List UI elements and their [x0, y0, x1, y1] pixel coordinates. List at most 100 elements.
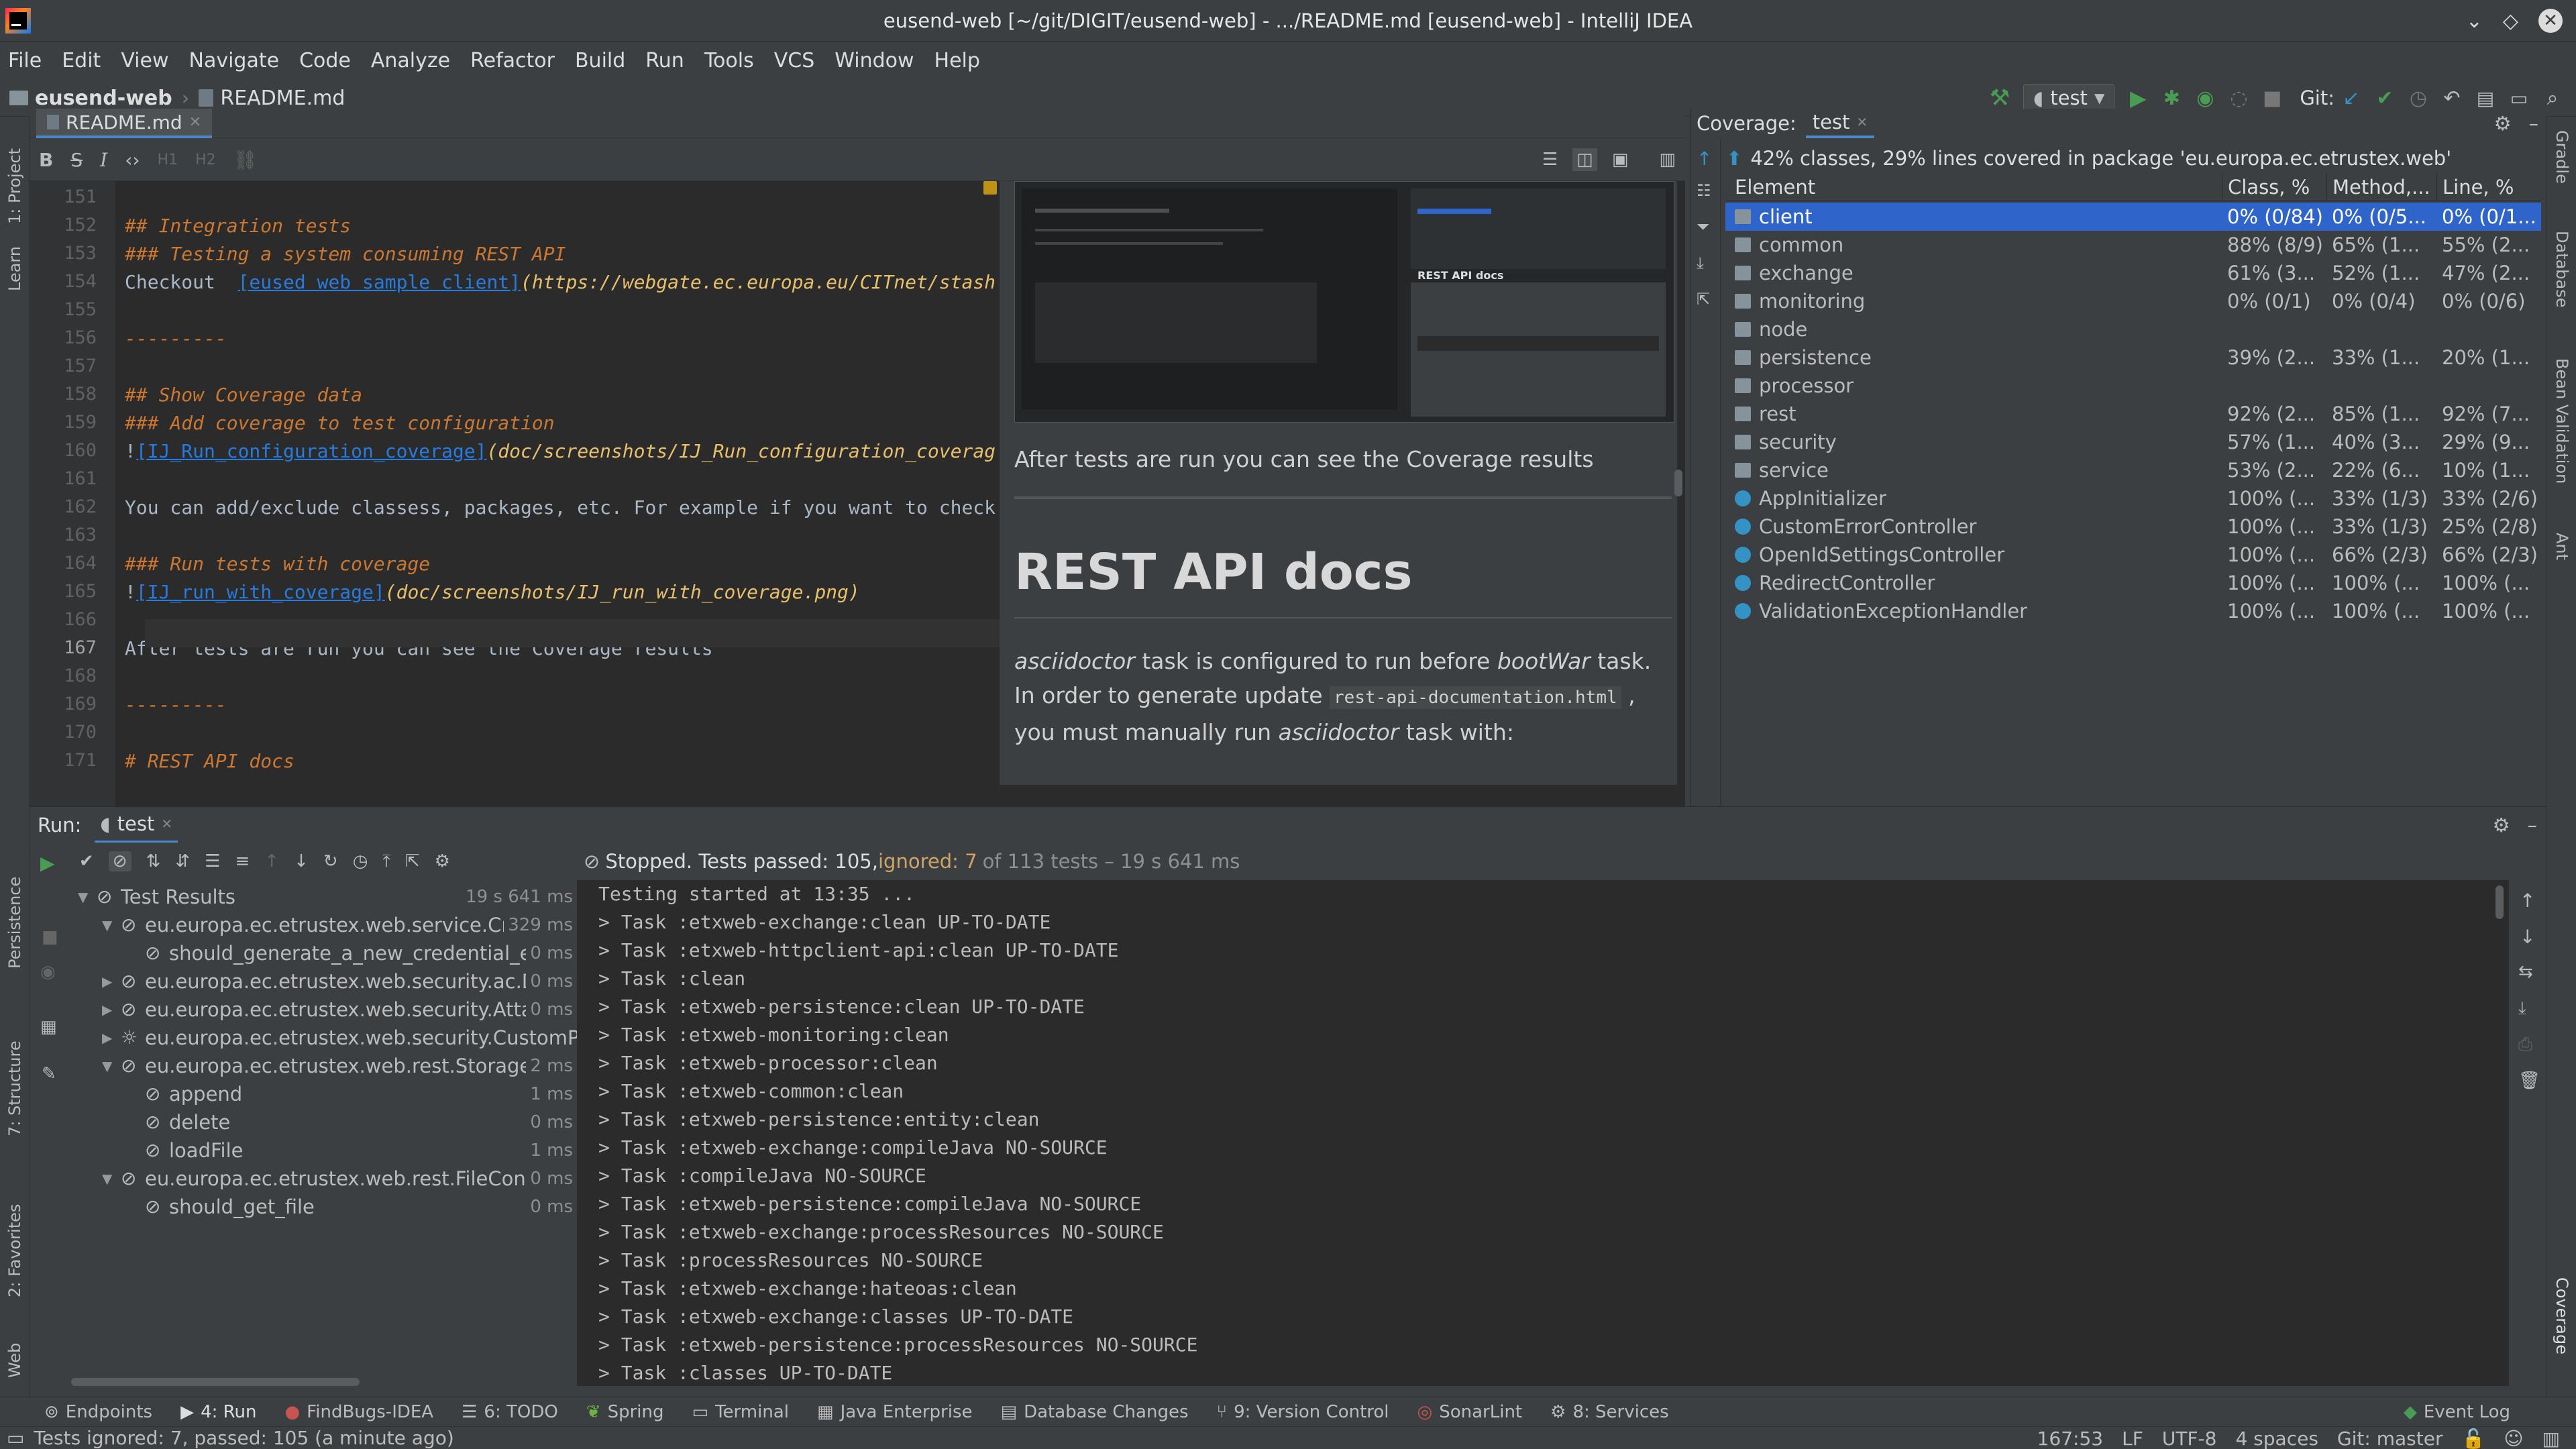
test-tree-item[interactable]: ⊘ loadFile 1 ms [71, 1136, 577, 1165]
console-output[interactable]: Testing started at 13:35 ... > Task :etxw… [578, 880, 2510, 1386]
pin-tab-icon[interactable]: ✎ [42, 1064, 56, 1084]
run-icon[interactable]: ▶ [2125, 85, 2151, 111]
flatten-packages-icon[interactable]: ☷ [1697, 181, 1711, 200]
tool-persistence[interactable]: Persistence [5, 877, 24, 969]
git-commit-icon[interactable]: ✔ [2371, 85, 2398, 111]
menu-vcs[interactable]: VCS [774, 49, 815, 72]
tool-learn[interactable]: Learn [5, 246, 24, 291]
tool-favorites[interactable]: 2: Favorites [5, 1204, 24, 1297]
test-tree-item[interactable]: ▶ ⊘ eu.europa.ec.etrustex.web.security.ac.… [71, 967, 577, 996]
coverage-row[interactable]: RedirectController 100% (... 100% (... 100%… [1725, 569, 2541, 597]
coverage-row[interactable]: client 0% (0/84) 0% (0/5... 0% (0/1... [1725, 203, 2541, 231]
memory-icon[interactable]: ▥ [2542, 1428, 2560, 1449]
settings-gear-icon[interactable]: ⚙ [2494, 112, 2512, 135]
tool-database[interactable]: Database [2553, 231, 2571, 308]
coverage-row[interactable]: node [1725, 315, 2541, 343]
col-line[interactable]: Line, % [2436, 173, 2541, 201]
tool-web[interactable]: Web [5, 1343, 24, 1378]
go-up-icon[interactable]: ↑ [1697, 148, 1712, 170]
split-view-icon[interactable]: ◫ [1572, 148, 1597, 171]
coverage-row[interactable]: OpenIdSettingsController 100% (... 66% (2/… [1725, 541, 2541, 569]
chevron-right-icon[interactable]: ▶ [102, 996, 112, 1024]
menu-code[interactable]: Code [299, 49, 351, 72]
chevron-down-icon[interactable]: ▼ [102, 911, 112, 939]
coverage-row[interactable]: ValidationExceptionHandler 100% (... 100% … [1725, 597, 2541, 625]
coverage-row[interactable]: CustomErrorController 100% (... 33% (1/3) 2… [1725, 513, 2541, 541]
scroll-up-icon[interactable]: ↑ [2520, 890, 2535, 912]
test-tree-item[interactable]: ⊘ should_get_file 0 ms [71, 1193, 577, 1221]
soft-wrap-icon[interactable]: ⇆ [2518, 962, 2533, 982]
export-tests-icon[interactable]: ⇱ [405, 851, 420, 871]
italic-icon[interactable]: I [100, 149, 107, 171]
tree-hscrollbar[interactable] [71, 1378, 360, 1386]
menu-navigate[interactable]: Navigate [189, 49, 280, 72]
menu-file[interactable]: File [8, 49, 42, 72]
expand-all-icon[interactable]: ☰ [205, 851, 220, 871]
test-tree-item[interactable]: ⊘ should_generate_a_new_credential_e 0 ms [71, 939, 577, 967]
settings-gear-icon[interactable]: ⚙ [2493, 814, 2510, 837]
next-failed-icon[interactable]: ↓ [294, 851, 309, 871]
run-config-select[interactable]: ◖ test ▼ [2023, 84, 2115, 112]
build-hammer-icon[interactable]: ⚒ [1986, 85, 2013, 111]
generate-report-icon[interactable]: ⤓ [1697, 254, 1704, 272]
status-message[interactable]: Tests ignored: 7, passed: 105 (a minute … [34, 1427, 453, 1449]
code-editor[interactable]: ## Integration tests ### Testing a system… [30, 181, 1000, 785]
tool-gradle[interactable]: Gradle [2553, 130, 2571, 184]
chevron-right-icon[interactable]: ▶ [102, 1024, 112, 1052]
git-history-icon[interactable]: ◷ [2405, 85, 2432, 111]
prev-failed-icon[interactable]: ↑ [264, 851, 279, 871]
tab-run[interactable]: ▶ 4: Run [180, 1402, 256, 1422]
show-ignored-icon[interactable]: ⊘ [108, 851, 131, 871]
print-icon[interactable]: ⎙ [2518, 1034, 2532, 1055]
coverage-row[interactable]: AppInitializer 100% (... 33% (1/3) 33% (2/6… [1725, 484, 2541, 513]
stop-icon[interactable]: ■ [2259, 85, 2286, 111]
line-separator[interactable]: LF [2122, 1428, 2143, 1449]
tab-java-enterprise[interactable]: ▦ Java Enterprise [817, 1402, 973, 1422]
tab-terminal[interactable]: ▭ Terminal [692, 1402, 789, 1422]
test-tree-item[interactable]: ⊘ append 1 ms [71, 1080, 577, 1108]
scroll-down-icon[interactable]: ↓ [2520, 926, 2535, 948]
search-everywhere-icon[interactable]: ⌕ [2539, 85, 2566, 111]
tool-project[interactable]: 1: Project [5, 148, 24, 224]
test-tree-item[interactable]: ▶ ☼ eu.europa.ec.etrustex.web.security.Cus… [71, 1024, 579, 1052]
coverage-row[interactable]: common 88% (8/9) 65% (1... 55% (2... [1725, 231, 2541, 259]
menu-run[interactable]: Run [645, 49, 684, 72]
coverage-row[interactable]: service 53% (2... 22% (6... 10% (1... [1725, 456, 2541, 484]
menu-view[interactable]: View [121, 49, 168, 72]
coverage-row[interactable]: exchange 61% (3... 52% (1... 47% (2... [1725, 259, 2541, 287]
test-tree-item[interactable]: ▼ ⊘ eu.europa.ec.etrustex.web.rest.FileCon… [71, 1165, 577, 1193]
menu-window[interactable]: Window [835, 49, 914, 72]
maximize-icon[interactable]: ◇ [2503, 9, 2518, 33]
tab-endpoints[interactable]: ⊚ Endpoints [44, 1402, 152, 1422]
test-settings-icon[interactable]: ⚙ [435, 851, 450, 871]
link-icon[interactable]: ⛓ [233, 149, 258, 171]
coverage-toggle-icon[interactable]: ◉ [40, 962, 56, 982]
header2-icon[interactable]: H2 [195, 152, 216, 168]
indent-setting[interactable]: 4 spaces [2235, 1428, 2318, 1449]
editor-tab-readme[interactable]: README.md ✕ [36, 109, 213, 138]
file-encoding[interactable]: UTF-8 [2162, 1428, 2217, 1449]
tab-version-control[interactable]: ⑂ 9: Version Control [1217, 1402, 1389, 1422]
layout-toggle-icon[interactable]: ▥ [1659, 150, 1676, 170]
close-tab-icon[interactable]: ✕ [1856, 114, 1868, 130]
close-icon[interactable]: ✕ [2538, 9, 2563, 33]
clear-all-icon[interactable]: 🗑 [2518, 1071, 2540, 1091]
test-tree-item[interactable]: ⊘ delete 0 ms [71, 1108, 577, 1136]
git-update-icon[interactable]: ↙ [2338, 85, 2365, 111]
layout-icon[interactable]: ▦ [40, 1017, 57, 1037]
scroll-to-end-icon[interactable]: ⤓ [2518, 998, 2526, 1019]
coverage-row[interactable]: rest 92% (2... 85% (1... 92% (7... [1725, 400, 2541, 428]
stop-run-icon[interactable]: ■ [42, 927, 58, 947]
show-passed-icon[interactable]: ✔ [79, 851, 94, 871]
tool-ant[interactable]: Ant [2553, 533, 2571, 560]
minimize-icon[interactable]: ⌄ [2466, 9, 2483, 33]
hide-panel-icon[interactable]: – [2528, 814, 2538, 837]
filter-icon[interactable]: ⏷ [1697, 217, 1709, 236]
lock-icon[interactable]: 🔓 [2461, 1428, 2485, 1449]
tab-findbugs[interactable]: ● FindBugs-IDEA [284, 1402, 433, 1422]
inspector-icon[interactable]: ☺ [2504, 1428, 2523, 1449]
tab-event-log[interactable]: ◆ Event Log [2404, 1397, 2510, 1427]
chevron-down-icon[interactable]: ▼ [102, 1165, 112, 1193]
history-icon[interactable]: ◷ [353, 851, 368, 871]
tool-coverage[interactable]: Coverage [2553, 1277, 2571, 1354]
